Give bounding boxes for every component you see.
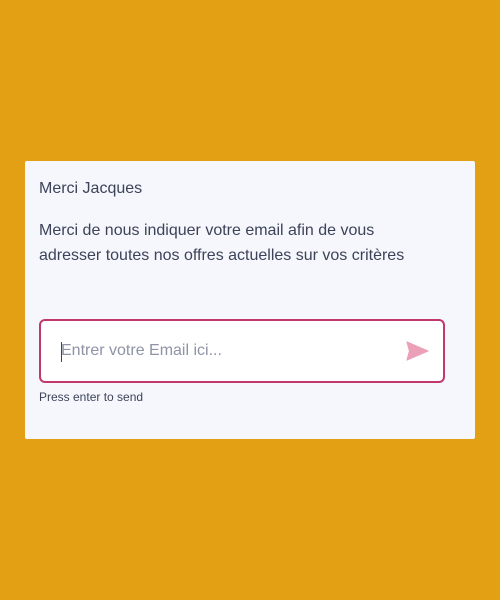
chat-card: Merci Jacques Merci de nous indiquer vot… [25,161,475,439]
email-input[interactable] [41,321,395,381]
send-icon [406,341,429,361]
message-text: Merci de nous indiquer votre email afin … [39,222,405,264]
press-enter-hint: Press enter to send [39,390,144,404]
text-caret [61,342,62,362]
email-input-box[interactable] [39,319,445,383]
greeting-text: Merci Jacques [39,180,143,197]
send-button[interactable] [395,329,439,373]
